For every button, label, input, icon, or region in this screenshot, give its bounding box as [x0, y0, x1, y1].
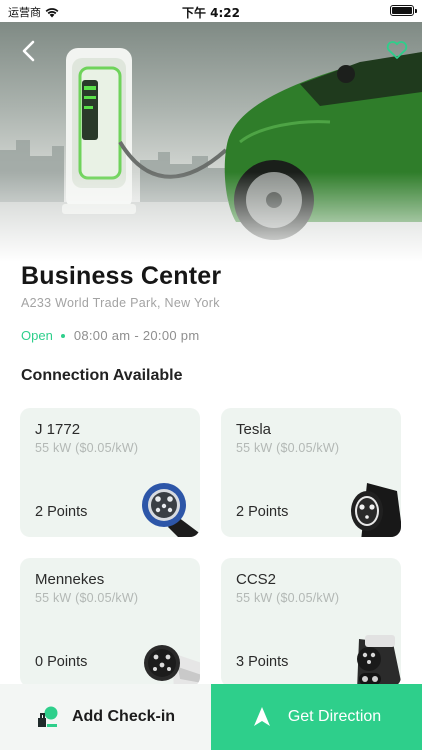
- bottom-action-bar: Add Check-in Get Direction: [0, 684, 422, 750]
- favorite-button[interactable]: [384, 38, 410, 62]
- connector-points: 0 Points: [35, 654, 88, 670]
- back-button[interactable]: [14, 38, 44, 64]
- connector-power: 55 kW ($0.05/kW): [236, 591, 340, 605]
- station-name: Business Center: [21, 262, 222, 290]
- connector-power: 55 kW ($0.05/kW): [35, 441, 139, 455]
- mennekes-plug-icon: [144, 645, 200, 687]
- status-dot: [60, 333, 65, 338]
- connector-power: 55 kW ($0.05/kW): [35, 591, 139, 605]
- connector-name: Tesla: [236, 421, 272, 438]
- opening-hours: Open 08:00 am - 20:00 pm: [21, 328, 199, 343]
- station-address: A233 World Trade Park, New York: [21, 296, 220, 310]
- status-time: 下午 4:22: [181, 6, 241, 20]
- heart-icon: [386, 41, 408, 59]
- section-title: Connection Available: [21, 367, 183, 384]
- hero-gradient-overlay: [0, 172, 422, 262]
- check-in-icon: [37, 706, 58, 727]
- connector-name: J 1772: [35, 421, 81, 438]
- connector-card-j1772[interactable]: J 1772 55 kW ($0.05/kW) 2 Points: [20, 408, 200, 537]
- connector-card-tesla[interactable]: Tesla 55 kW ($0.05/kW) 2 Points: [221, 408, 401, 537]
- status-bar: 运营商 下午 4:22: [0, 0, 422, 22]
- station-hero-image: [0, 22, 422, 262]
- chevron-left-icon: [22, 40, 35, 62]
- battery-icon: [390, 5, 417, 16]
- connector-points: 2 Points: [35, 504, 88, 520]
- add-check-in-label: Add Check-in: [71, 708, 176, 725]
- connector-card-mennekes[interactable]: Mennekes 55 kW ($0.05/kW) 0 Points: [20, 558, 200, 687]
- get-direction-label: Get Direction: [287, 708, 382, 725]
- connector-points: 2 Points: [236, 504, 289, 520]
- open-status: Open: [21, 328, 53, 343]
- j1772-plug-icon: [142, 483, 200, 537]
- add-check-in-button[interactable]: Add Check-in: [0, 684, 211, 750]
- connector-card-ccs2[interactable]: CCS2 55 kW ($0.05/kW) 3 Points: [221, 558, 401, 687]
- connector-name: Mennekes: [35, 571, 105, 588]
- navigation-arrow-icon: [253, 707, 270, 726]
- ccs2-plug-icon: [357, 635, 401, 687]
- connector-points: 3 Points: [236, 654, 289, 670]
- connector-power: 55 kW ($0.05/kW): [236, 441, 340, 455]
- tesla-plug-icon: [351, 483, 401, 537]
- connector-name: CCS2: [236, 571, 277, 588]
- hours-range: 08:00 am - 20:00 pm: [73, 328, 200, 343]
- get-direction-button[interactable]: Get Direction: [211, 684, 422, 750]
